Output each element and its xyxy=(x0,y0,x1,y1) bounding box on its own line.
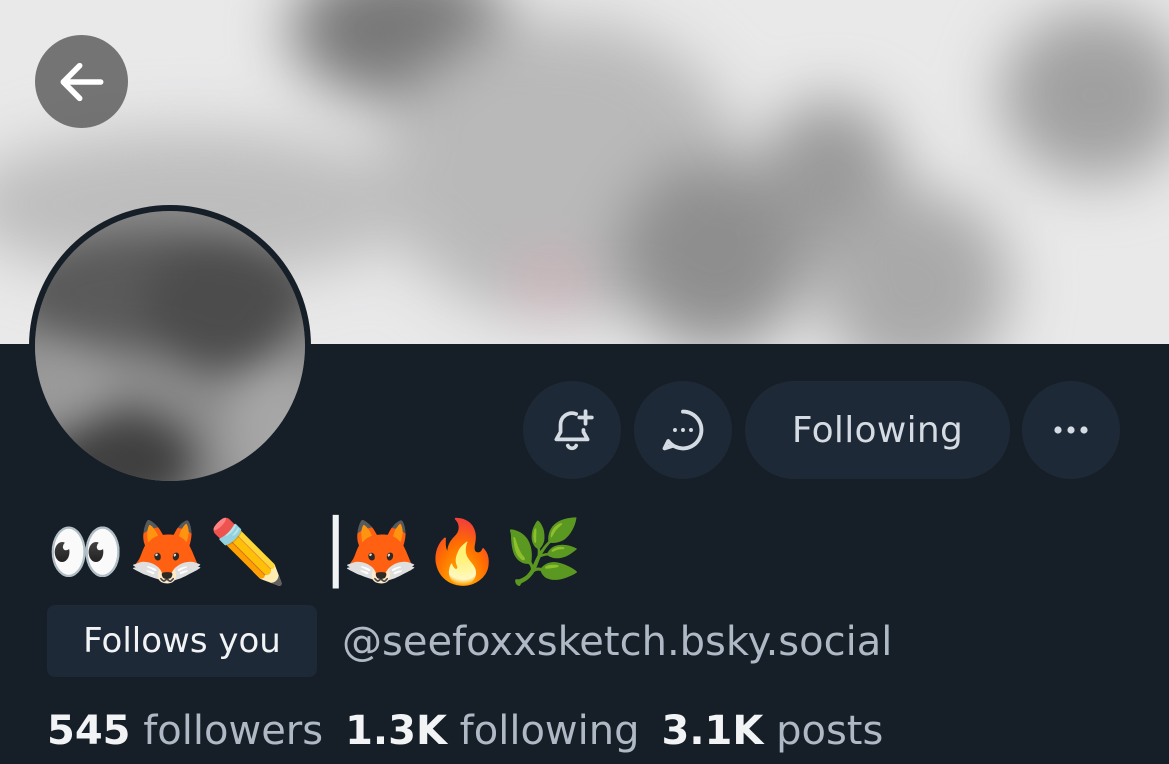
following-count: 1.3K xyxy=(345,708,447,754)
posts-count: 3.1K xyxy=(661,708,764,754)
follows-you-badge: Follows you xyxy=(47,605,317,677)
back-button[interactable] xyxy=(35,35,128,128)
posts-label: posts xyxy=(776,708,884,754)
ellipsis-icon xyxy=(1054,426,1088,434)
chat-bubble-icon xyxy=(662,409,704,451)
display-name: 👀🦊✏️▕🦊🔥🌿 xyxy=(47,515,586,588)
posts-stat: 3.1K posts xyxy=(662,708,884,754)
profile-handle: @seefoxxsketch.bsky.social xyxy=(342,619,893,665)
profile-stats: 545 followers 1.3K following 3.1K posts xyxy=(47,698,883,764)
message-button[interactable] xyxy=(634,381,732,479)
followers-label: followers xyxy=(143,708,324,754)
avatar[interactable] xyxy=(29,205,311,487)
followers-count: 545 xyxy=(47,708,131,754)
following-button[interactable]: Following xyxy=(745,381,1010,479)
arrow-left-icon xyxy=(60,62,103,101)
followers-link[interactable]: 545 followers xyxy=(47,708,323,754)
avatar-image xyxy=(35,211,305,481)
following-link[interactable]: 1.3K following xyxy=(345,708,639,754)
following-label: following xyxy=(459,708,640,754)
subscribe-button[interactable] xyxy=(523,381,621,479)
bell-plus-icon xyxy=(554,409,594,451)
more-options-button[interactable] xyxy=(1022,381,1120,479)
